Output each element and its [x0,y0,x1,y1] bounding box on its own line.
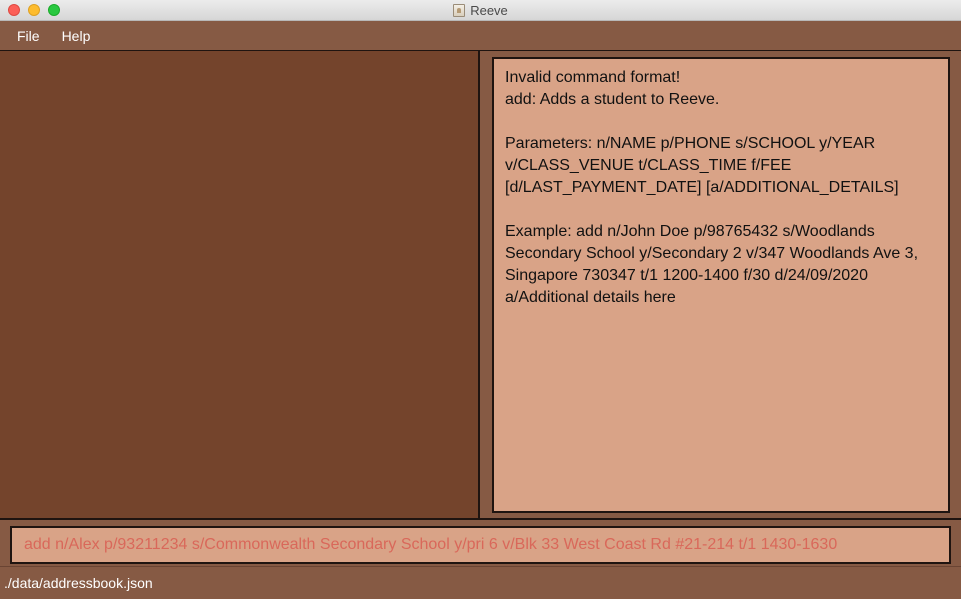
student-list-panel[interactable] [0,50,480,518]
result-display-text: Invalid command format! add: Adds a stud… [505,69,919,306]
command-input[interactable] [12,528,949,562]
window-title-group: Reeve [0,0,961,21]
command-box[interactable] [10,526,951,564]
status-bar: ./data/addressbook.json [0,566,961,599]
command-area [0,518,961,566]
app-icon [453,4,466,17]
result-display-panel: Invalid command format! add: Adds a stud… [480,50,961,518]
menu-file[interactable]: File [7,28,50,44]
title-bar: Reeve [0,0,961,21]
result-display-box[interactable]: Invalid command format! add: Adds a stud… [492,57,950,513]
menu-help[interactable]: Help [52,28,101,44]
save-location-text: ./data/addressbook.json [4,575,153,591]
menu-bar: File Help [0,21,961,50]
window-title: Reeve [470,3,508,18]
